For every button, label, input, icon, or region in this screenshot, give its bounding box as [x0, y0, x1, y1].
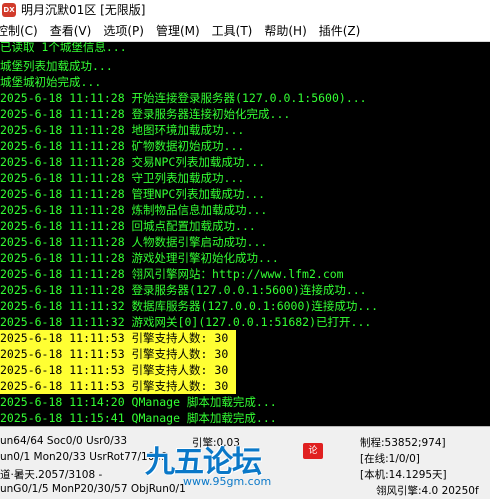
app-icon: DX: [2, 2, 16, 17]
console-line: 2025-6-18 11:11:28 管理NPC列表加载成功...: [0, 187, 266, 201]
watermark-logo: 九五论坛 论 www.95gm.com: [135, 437, 325, 489]
console-line: 2025-6-18 11:11:28 翎风引擎网站：http://www.lfm…: [0, 267, 344, 281]
console-line-highlighted: 2025-6-18 11:11:53 引擎支持人数: 30: [0, 330, 236, 346]
console-line: 2025-6-18 11:11:28 游戏处理引擎初始化成功...: [0, 251, 279, 265]
menu-item[interactable]: 帮助(H): [258, 22, 312, 39]
status-uptime: [本机:14.1295天]: [360, 469, 447, 481]
console-log[interactable]: 已读取 1个城堡信息... 城堡列表加载成功... 城堡城初始完成... 2025-6…: [0, 42, 490, 426]
console-line: 2025-6-18 11:14:20 QManage 脚本加载完成...: [0, 395, 277, 409]
menu-item[interactable]: 选项(P): [97, 22, 150, 39]
console-line: 2025-6-18 11:15:41 QManage 脚本加载完成...: [0, 411, 277, 425]
menu-item[interactable]: 工具(T): [206, 22, 259, 39]
status-version: 翎风引擎:4.0 20250f: [376, 485, 479, 497]
console-line: 2025-6-18 11:11:28 人物数据引擎启动成功...: [0, 235, 268, 249]
console-line-highlighted: 2025-6-18 11:11:53 引擎支持人数: 30: [0, 346, 236, 362]
console-line: 城堡列表加载成功...: [0, 59, 113, 73]
status-process: 制程:53852;974]: [360, 437, 446, 449]
window-title: 明月沉默01区 [无限版]: [21, 3, 146, 17]
status-online: [在线:1/0/0]: [360, 453, 420, 465]
server-window: DX 明月沉默01区 [无限版] 控制(C) 查看(V) 选项(P) 管理(M) 工具(…: [0, 0, 490, 499]
console-line: 2025-6-18 11:11:28 守卫列表加载成功...: [0, 171, 245, 185]
console-line: 2025-6-18 11:11:28 登录服务器连接初始化完成...: [0, 107, 291, 121]
console-line: 城堡城初始完成...: [0, 75, 102, 89]
console-line-highlighted: 2025-6-18 11:11:53 引擎支持人数: 30: [0, 378, 236, 394]
console-line: 2025-6-18 11:11:28 地图环境加载成功...: [0, 123, 245, 137]
console-line: 已读取 1个城堡信息...: [0, 42, 127, 54]
watermark-badge: 论: [303, 443, 323, 459]
console-line: 2025-6-18 11:11:28 交易NPC列表加载成功...: [0, 155, 266, 169]
menu-item[interactable]: 控制(C): [0, 22, 44, 39]
console-line-highlighted: 2025-6-18 11:11:53 引擎支持人数: 30: [0, 362, 236, 378]
menu-item[interactable]: 管理(M): [150, 22, 206, 39]
console-line: 2025-6-18 11:11:32 数据库服务器(127.0.0.1:6000…: [0, 299, 379, 313]
menu-item[interactable]: 插件(Z): [313, 22, 367, 39]
console-line: 2025-6-18 11:11:28 炼制物品信息加载成功...: [0, 203, 268, 217]
console-line: 2025-6-18 11:11:28 登录服务器(127.0.0.1:5600)…: [0, 283, 367, 297]
menu-bar: 控制(C) 查看(V) 选项(P) 管理(M) 工具(T) 帮助(H) 插件(Z): [0, 19, 490, 42]
status-sessions: un64/64 Soc0/0 Usr0/33: [0, 435, 128, 447]
title-bar[interactable]: DX 明月沉默01区 [无限版]: [0, 0, 490, 19]
console-line: 2025-6-18 11:11:28 回城点配置加载成功...: [0, 219, 256, 233]
status-time: 道·暑天.2057/3108 -: [0, 469, 103, 481]
watermark-url: www.95gm.com: [183, 475, 272, 488]
menu-item[interactable]: 查看(V): [44, 22, 98, 39]
console-line: 2025-6-18 11:11:28 开始连接登录服务器(127.0.0.1:5…: [0, 91, 367, 105]
console-line: 2025-6-18 11:11:28 矿物数据初始成功...: [0, 139, 245, 153]
console-line: 2025-6-18 11:11:32 游戏网关[0](127.0.0.1:516…: [0, 315, 372, 329]
